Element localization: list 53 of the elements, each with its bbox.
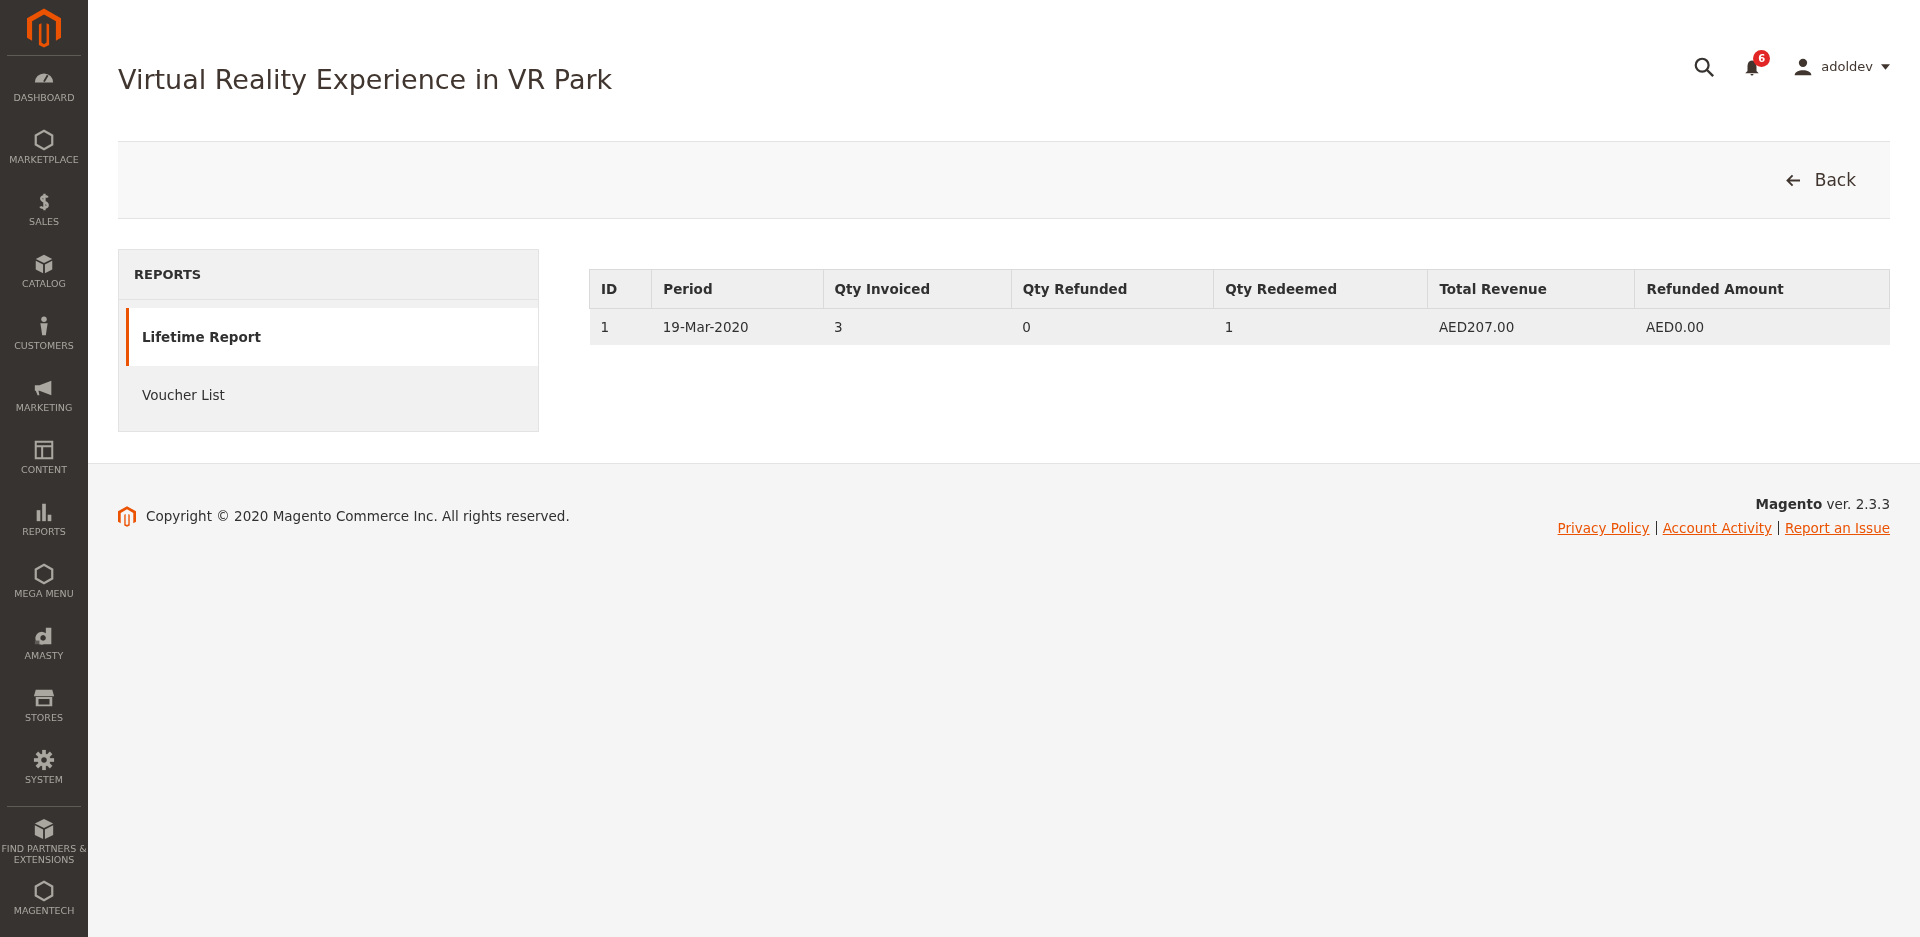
tabs-title: REPORTS bbox=[119, 250, 538, 300]
sidebar-item[interactable]: CONTENT bbox=[0, 434, 88, 496]
user-menu[interactable]: adoldev bbox=[1793, 56, 1890, 77]
version-text: Magento ver. 2.3.3 bbox=[1755, 496, 1890, 512]
table-cell: AED0.00 bbox=[1635, 308, 1890, 345]
sidebar-item[interactable]: CATALOG bbox=[0, 248, 88, 310]
store-icon bbox=[33, 687, 55, 709]
column-header: ID bbox=[589, 269, 652, 309]
footer-link[interactable]: Account Activity bbox=[1662, 520, 1772, 536]
hexagon-icon bbox=[33, 129, 55, 151]
user-icon bbox=[1793, 56, 1814, 77]
hexagon-icon bbox=[33, 880, 55, 902]
search-icon[interactable] bbox=[1693, 55, 1716, 78]
table-cell: 1 bbox=[589, 308, 652, 345]
tab[interactable]: Voucher List bbox=[126, 366, 538, 431]
column-header: Qty Redeemed bbox=[1213, 269, 1428, 309]
hexagon-icon bbox=[33, 563, 55, 585]
column-header: Period bbox=[651, 269, 824, 309]
sidebar-item[interactable]: FIND PARTNERS & EXTENSIONS bbox=[0, 813, 88, 875]
left-arrow-icon bbox=[1785, 173, 1801, 187]
logo-icon[interactable] bbox=[27, 7, 61, 48]
page-title: Virtual Reality Experience in VR Park bbox=[118, 63, 613, 95]
box-icon bbox=[33, 253, 55, 275]
sidebar-item[interactable]: DASHBOARD bbox=[0, 62, 88, 124]
footer-link[interactable]: Report an Issue bbox=[1784, 520, 1890, 536]
column-header: Total Revenue bbox=[1427, 269, 1635, 309]
footer-link[interactable]: Privacy Policy bbox=[1557, 520, 1650, 536]
layout-icon bbox=[33, 439, 55, 461]
blocks-icon bbox=[33, 818, 55, 840]
table-cell: AED207.00 bbox=[1427, 308, 1635, 345]
caret-icon bbox=[1881, 63, 1890, 70]
sidebar-item[interactable]: MEGA MENU bbox=[0, 558, 88, 620]
sidebar-item[interactable]: CUSTOMERS bbox=[0, 310, 88, 372]
notification-count: 6 bbox=[1753, 49, 1771, 67]
column-header: Qty Refunded bbox=[1011, 269, 1214, 309]
sidebar-item[interactable]: MARKETING bbox=[0, 372, 88, 434]
table-cell: 1 bbox=[1213, 308, 1428, 345]
sidebar-item[interactable]: SALES bbox=[0, 186, 88, 248]
sidebar-item[interactable]: STORES bbox=[0, 682, 88, 744]
tab[interactable]: Lifetime Report bbox=[126, 308, 538, 366]
sidebar-item[interactable]: MAGENTECH bbox=[0, 875, 88, 937]
table-cell: 19-Mar-2020 bbox=[651, 308, 824, 345]
table-cell: 0 bbox=[1011, 308, 1214, 345]
copyright-text: Copyright © 2020 Magento Commerce Inc. All rights reserved. bbox=[146, 508, 570, 524]
logo-icon bbox=[118, 505, 136, 527]
sidebar-item[interactable]: REPORTS bbox=[0, 496, 88, 558]
column-header: Qty Invoiced bbox=[823, 269, 1012, 309]
sidebar-item[interactable]: MARKETPLACE bbox=[0, 124, 88, 186]
back-button[interactable]: Back bbox=[1785, 170, 1856, 190]
table-cell: 3 bbox=[823, 308, 1012, 345]
sidebar-item[interactable]: AMASTY bbox=[0, 620, 88, 682]
column-header: Refunded Amount bbox=[1635, 269, 1890, 309]
sidebar-item[interactable]: SYSTEM bbox=[0, 744, 88, 806]
